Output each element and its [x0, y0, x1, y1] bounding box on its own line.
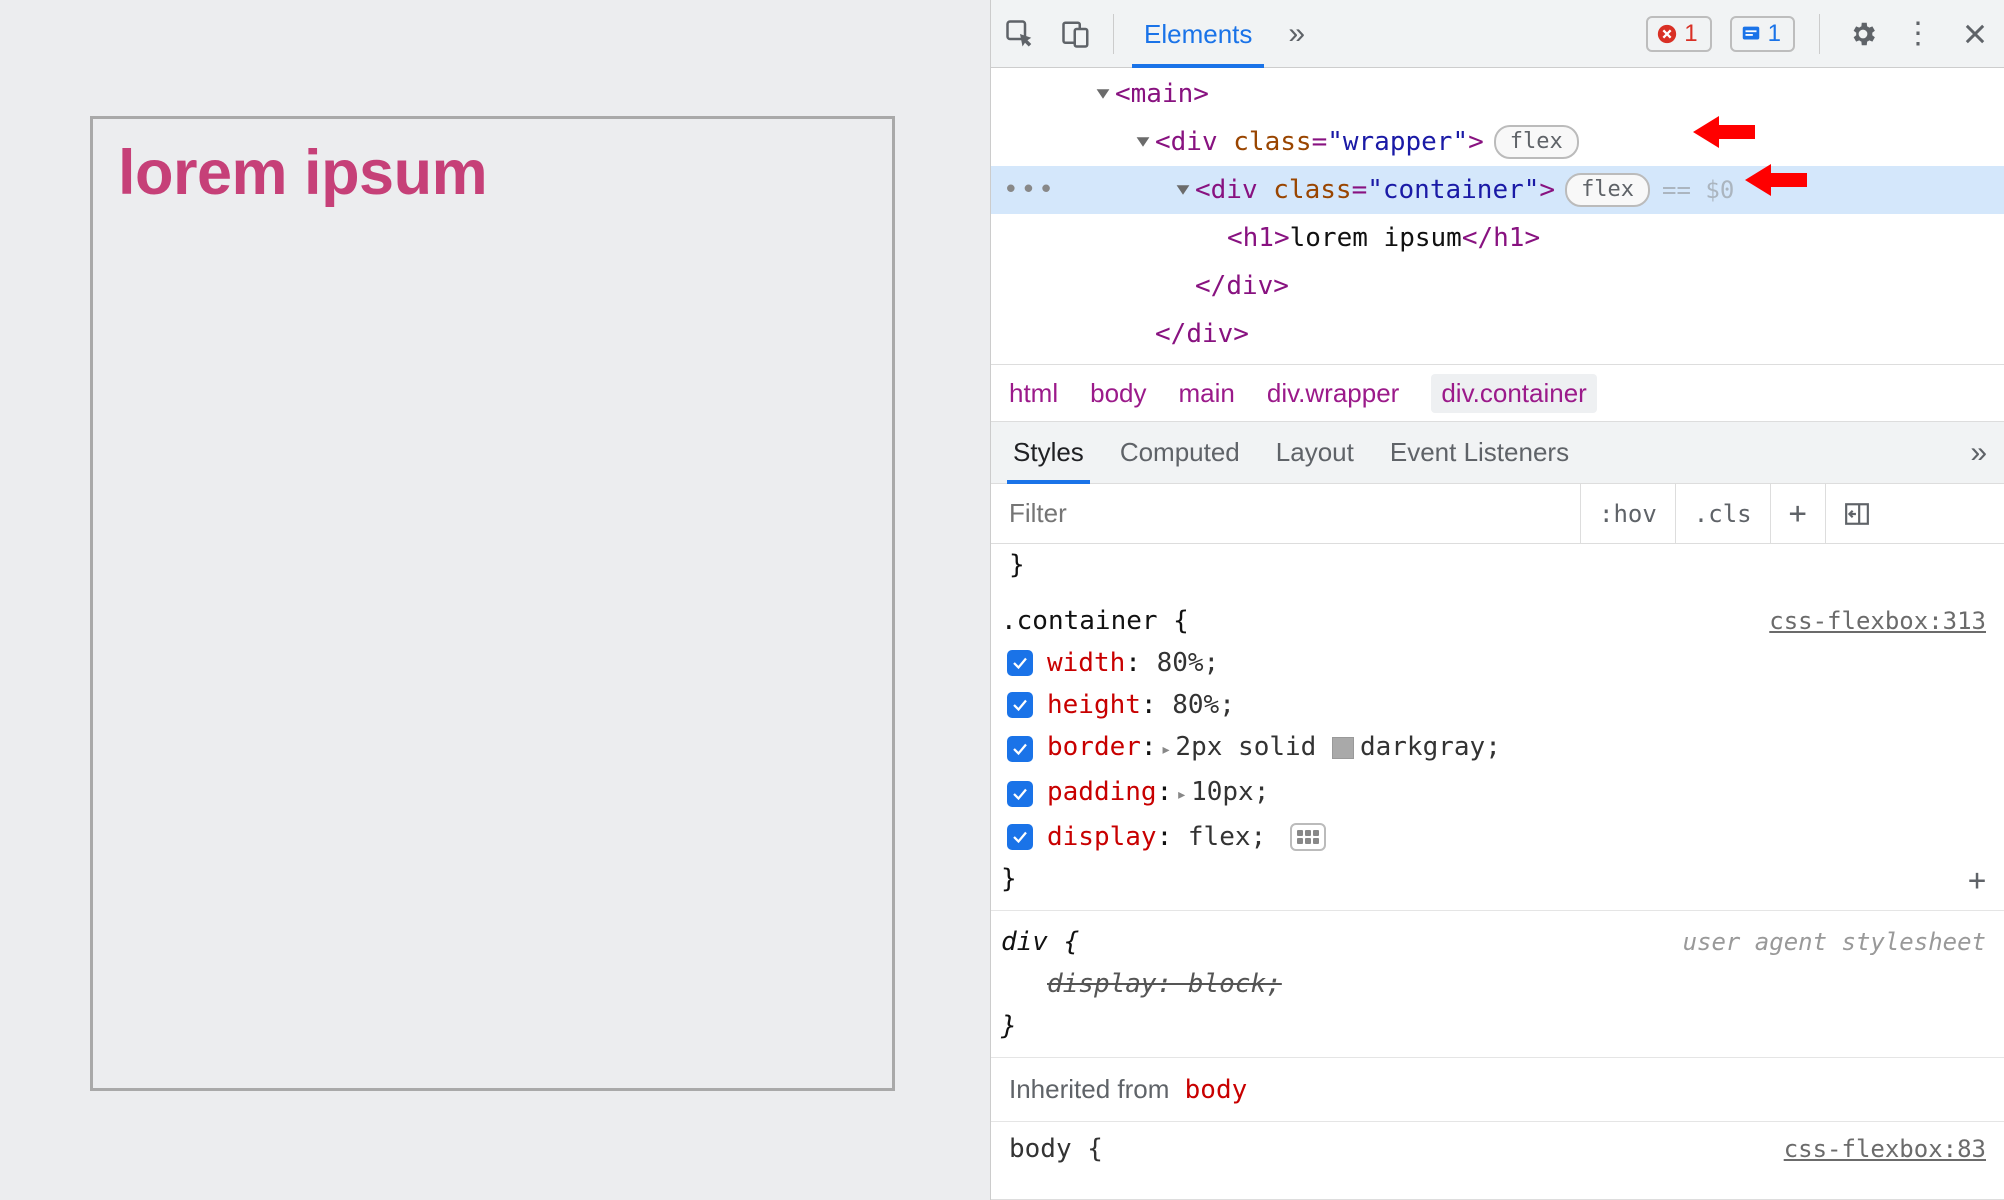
tab-elements[interactable]: Elements: [1132, 3, 1264, 64]
subtab-layout[interactable]: Layout: [1276, 423, 1354, 482]
hov-toggle[interactable]: :hov: [1581, 484, 1676, 543]
styles-filter-row: :hov .cls +: [991, 484, 2004, 544]
css-decl-display[interactable]: display: flex;: [1001, 816, 1986, 858]
dom-node-container[interactable]: ••• <div class="container"> flex == $0: [991, 166, 2004, 214]
preview-container: lorem ipsum: [90, 116, 895, 1091]
close-icon[interactable]: [1956, 15, 1994, 53]
more-subtabs-icon[interactable]: »: [1970, 436, 1982, 470]
flex-editor-icon[interactable]: [1290, 823, 1326, 851]
errors-badge[interactable]: 1: [1646, 16, 1711, 52]
color-swatch-icon[interactable]: [1332, 737, 1354, 759]
subtab-computed[interactable]: Computed: [1120, 423, 1240, 482]
dom-node-h1[interactable]: <h1>lorem ipsum</h1>: [991, 214, 2004, 262]
css-rule-body-peek[interactable]: body { css-flexbox:83: [991, 1122, 2004, 1176]
styles-pane[interactable]: } css-flexbox:313 .container { width: 80…: [991, 544, 2004, 1200]
add-declaration-button[interactable]: +: [1968, 860, 1986, 902]
crumb-main[interactable]: main: [1179, 378, 1235, 409]
flex-badge[interactable]: flex: [1494, 125, 1579, 159]
dom-tree[interactable]: <main> <div class="wrapper"> flex ••• <d…: [991, 68, 2004, 364]
css-decl-display-overridden[interactable]: display: block;: [1001, 963, 1986, 1005]
subtab-event-listeners[interactable]: Event Listeners: [1390, 423, 1569, 482]
issues-count: 1: [1768, 20, 1781, 48]
css-decl-padding[interactable]: padding:▸10px;: [1001, 771, 1986, 816]
css-rule-div-ua[interactable]: user agent stylesheet div { display: blo…: [991, 911, 2004, 1058]
cls-toggle[interactable]: .cls: [1676, 484, 1771, 543]
kebab-menu-icon[interactable]: ⋮: [1900, 15, 1938, 53]
dom-node-close-div[interactable]: </div>: [991, 262, 2004, 310]
source-link[interactable]: css-flexbox:313: [1769, 600, 1986, 642]
inspect-icon[interactable]: [1001, 15, 1039, 53]
dom-node-close-div[interactable]: </div>: [991, 310, 2004, 358]
css-rule-container[interactable]: css-flexbox:313 .container { width: 80%;…: [991, 590, 2004, 911]
selected-marker: == $0: [1662, 166, 1734, 214]
more-tabs-icon[interactable]: »: [1282, 17, 1306, 51]
crumb-body[interactable]: body: [1090, 378, 1146, 409]
inherited-from-selector[interactable]: body: [1185, 1075, 1248, 1105]
styles-subtabs: Styles Computed Layout Event Listeners »: [991, 422, 2004, 484]
preview-heading: lorem ipsum: [118, 137, 867, 209]
ellipsis-icon[interactable]: •••: [1003, 166, 1056, 214]
crumb-wrapper[interactable]: div.wrapper: [1267, 378, 1399, 409]
dom-node-wrapper[interactable]: <div class="wrapper"> flex: [991, 118, 2004, 166]
breadcrumb: html body main div.wrapper div.container: [991, 364, 2004, 422]
caret-down-icon[interactable]: [1171, 166, 1195, 214]
settings-icon[interactable]: [1844, 15, 1882, 53]
checkbox-icon[interactable]: [1007, 650, 1033, 676]
styles-filter-input[interactable]: [991, 484, 1581, 543]
annotation-arrow-icon: [1743, 158, 1807, 218]
checkbox-icon[interactable]: [1007, 736, 1033, 762]
subtab-styles[interactable]: Styles: [1013, 423, 1084, 482]
crumb-container[interactable]: div.container: [1431, 374, 1597, 413]
css-decl-height[interactable]: height: 80%;: [1001, 684, 1986, 726]
source-link[interactable]: css-flexbox:83: [1784, 1128, 1986, 1170]
computed-sidebar-toggle-icon[interactable]: [1826, 484, 1888, 543]
css-decl-border[interactable]: border:▸2px solid darkgray;: [1001, 726, 1986, 771]
devtools-panel: Elements » 1 1 ⋮ <main>: [990, 0, 2004, 1200]
checkbox-icon[interactable]: [1007, 824, 1033, 850]
issues-badge[interactable]: 1: [1730, 16, 1795, 52]
css-decl-width[interactable]: width: 80%;: [1001, 642, 1986, 684]
ua-stylesheet-label: user agent stylesheet: [1683, 921, 1986, 963]
caret-down-icon[interactable]: [1131, 118, 1155, 166]
caret-down-icon[interactable]: [1091, 70, 1115, 118]
checkbox-icon[interactable]: [1007, 781, 1033, 807]
crumb-html[interactable]: html: [1009, 378, 1058, 409]
inherited-from-row: Inherited from body: [991, 1058, 2004, 1122]
page-preview: lorem ipsum: [0, 0, 990, 1200]
flex-badge[interactable]: flex: [1565, 173, 1650, 207]
device-toggle-icon[interactable]: [1057, 15, 1095, 53]
devtools-toolbar: Elements » 1 1 ⋮: [991, 0, 2004, 68]
errors-count: 1: [1684, 20, 1697, 48]
dom-node-main[interactable]: <main>: [991, 70, 2004, 118]
new-style-rule-button[interactable]: +: [1771, 484, 1826, 543]
checkbox-icon[interactable]: [1007, 692, 1033, 718]
